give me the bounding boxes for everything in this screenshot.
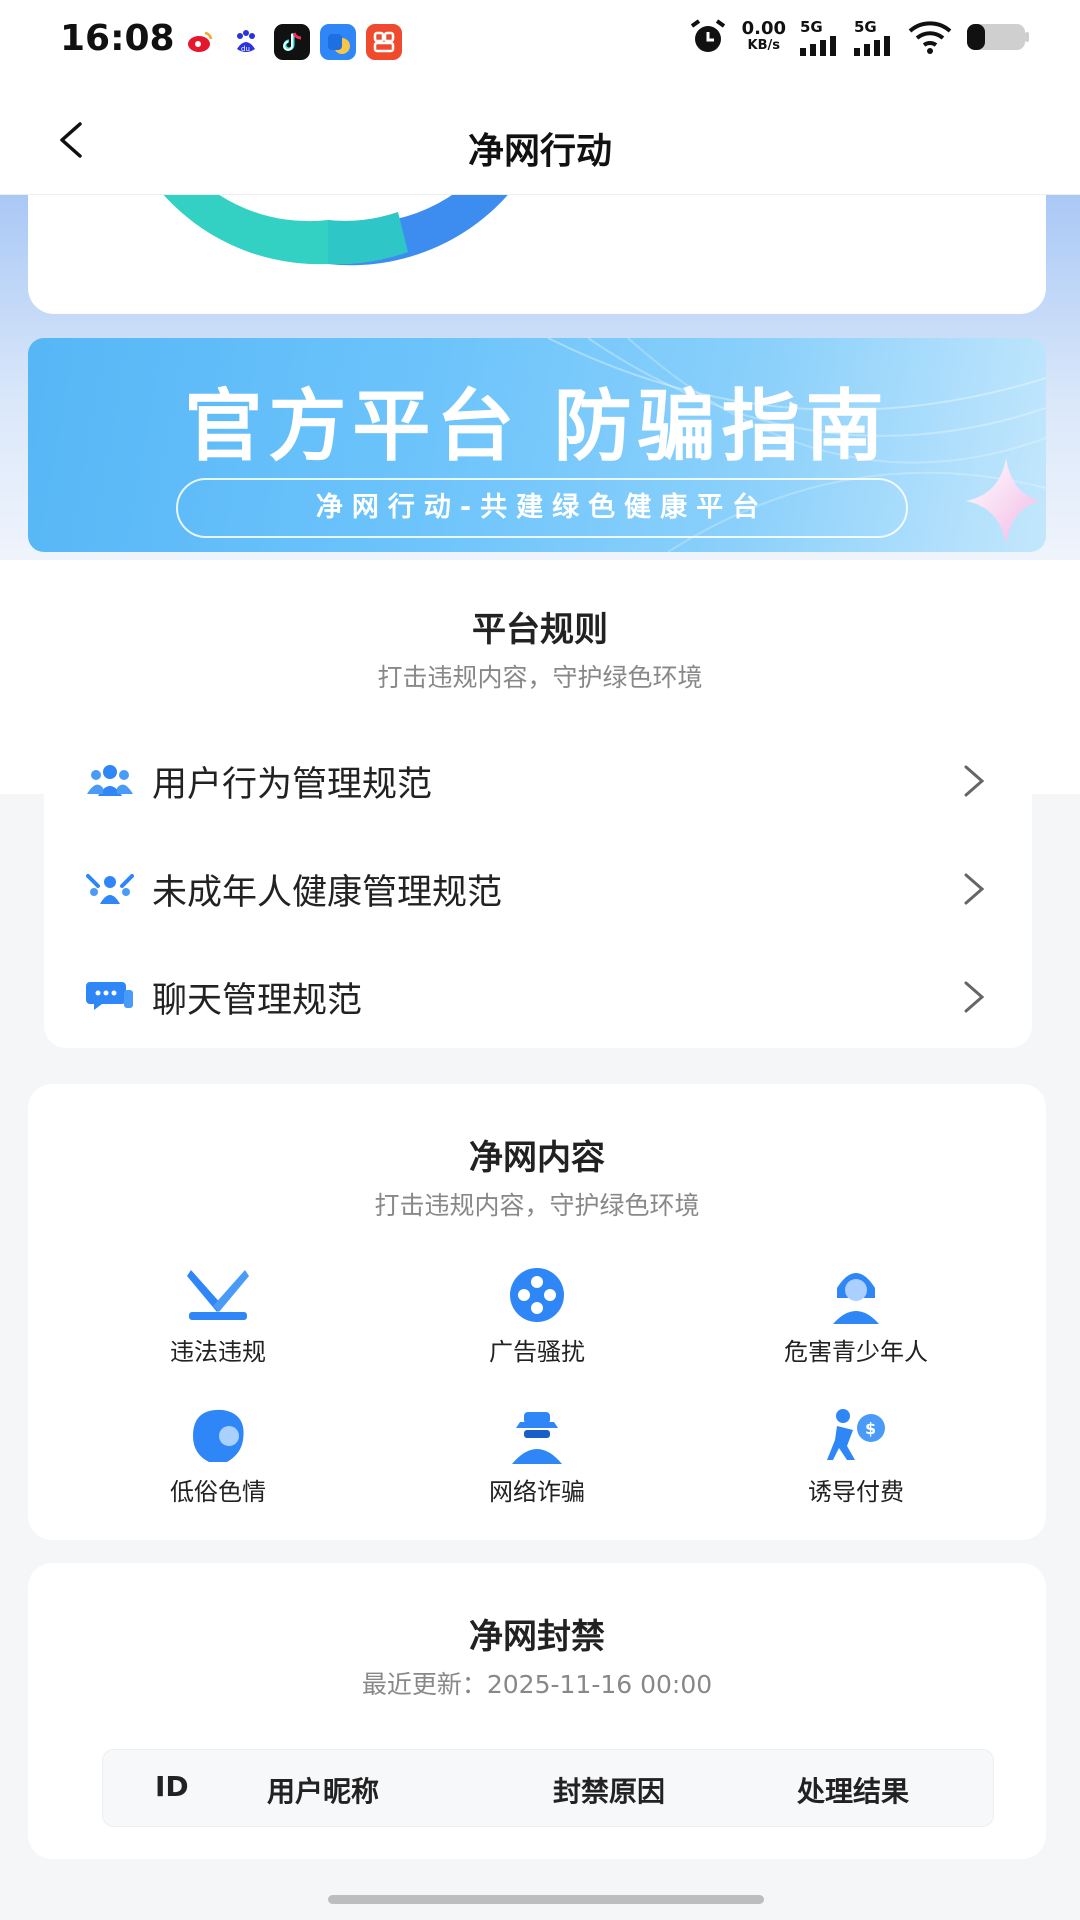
bans-title: 净网封禁 [469,1617,605,1657]
content-item-label: 网络诈骗 [489,1478,585,1506]
tiktok-app-icon [274,24,310,60]
column-header-reason: 封禁原因 [553,1775,666,1808]
banner-tagline: 净网行动-共建绿色健康平台 [176,478,908,538]
rule-item-user-behavior[interactable]: 用户行为管理规范 [44,730,1032,830]
content-item-youth-harm[interactable]: 危害青少年人 [698,1266,1014,1367]
status-indicators: 0.00 KB/s 5G 5G [688,18,1030,56]
alarm-icon [690,19,725,52]
redbook-app-icon [366,24,402,60]
notification-icons: du [182,24,402,60]
svg-text:du: du [241,45,250,53]
fraudster-icon [512,1412,562,1464]
baidu-app-icon: du [228,24,264,60]
money-bag-icon: $ [827,1409,885,1460]
rule-label: 用户行为管理规范 [152,765,433,805]
updated-label: 最近更新： [361,1670,487,1699]
rules-title: 平台规则 [472,610,608,650]
column-header-nickname: 用户昵称 [267,1775,380,1808]
home-indicator[interactable] [328,1895,764,1904]
youth-icon [833,1273,879,1324]
chat-icon [86,982,133,1010]
top-navigation-bar: 净网行动 [0,84,1080,195]
minors-icon [86,874,134,904]
content-title: 净网内容 [469,1138,605,1178]
bans-table-header: ID 用户昵称 封禁原因 处理结果 [102,1749,994,1827]
film-reel-icon [510,1268,564,1322]
rule-label: 未成年人健康管理规范 [152,873,503,913]
weibo-app-icon [182,24,218,60]
signal-sim2: 5G [854,18,894,56]
status-bar: 16:08 du 0.00 KB/s 5G 5G [0,0,1080,84]
banner-title: 官方平台 防骗指南 [184,382,890,472]
signal-sim1: 5G [800,18,840,56]
wifi-icon [908,21,952,54]
rule-item-chat[interactable]: 聊天管理规范 [44,946,1032,1046]
content-item-ads[interactable]: 广告骚扰 [379,1266,695,1367]
cloud-app-icon [320,24,356,60]
network-speed: 0.00 KB/s [741,18,786,54]
column-header-result: 处理结果 [797,1775,910,1808]
content-item-vulgar[interactable]: 低俗色情 [60,1406,376,1507]
rules-subtitle: 打击违规内容，守护绿色环境 [377,663,703,692]
bans-updated: 最近更新：2025-11-16 00:00 [28,1665,1046,1701]
content-item-illegal[interactable]: 违法违规 [60,1266,376,1367]
woman-profile-icon [193,1409,244,1462]
signal-bars-icon [854,36,890,56]
svg-text:$: $ [865,1419,876,1438]
content-item-label: 诱导付费 [808,1478,904,1506]
rules-list: 用户行为管理规范 未成年人健康管理规范 聊天管理规范 [44,730,1032,1048]
page-title: 净网行动 [467,131,612,172]
updated-time: 2025-11-16 00:00 [486,1670,713,1699]
content-item-label: 广告骚扰 [489,1338,585,1366]
content-item-label: 低俗色情 [170,1478,266,1506]
chevron-right-icon [964,873,985,905]
column-header-id: ID [155,1770,189,1803]
net-content-card: 净网内容 打击违规内容，守护绿色环境 违法违规 广告骚扰 危害青少年人 低俗色情 [28,1084,1046,1540]
content-subtitle: 打击违规内容，守护绿色环境 [374,1191,700,1220]
crossed-swords-icon [187,1270,249,1320]
battery-icon [967,24,1029,50]
users-icon [87,765,133,796]
signal-bars-icon [800,36,836,56]
content-item-label: 违法违规 [170,1338,266,1366]
chevron-right-icon [964,981,985,1013]
content-item-label: 危害青少年人 [784,1338,928,1366]
rule-item-minors[interactable]: 未成年人健康管理规范 [44,838,1032,938]
anti-fraud-banner[interactable]: 官方平台 防骗指南 净网行动-共建绿色健康平台 [28,338,1046,552]
status-time: 16:08 [60,18,175,59]
content-item-induced-payment[interactable]: $ 诱导付费 [698,1406,1014,1507]
rule-label: 聊天管理规范 [152,981,363,1021]
net-bans-card: 净网封禁 最近更新：2025-11-16 00:00 ID 用户昵称 封禁原因 … [28,1563,1046,1859]
content-item-fraud[interactable]: 网络诈骗 [379,1406,695,1507]
sparkle-star-icon [966,458,1040,544]
chevron-right-icon [964,765,985,797]
